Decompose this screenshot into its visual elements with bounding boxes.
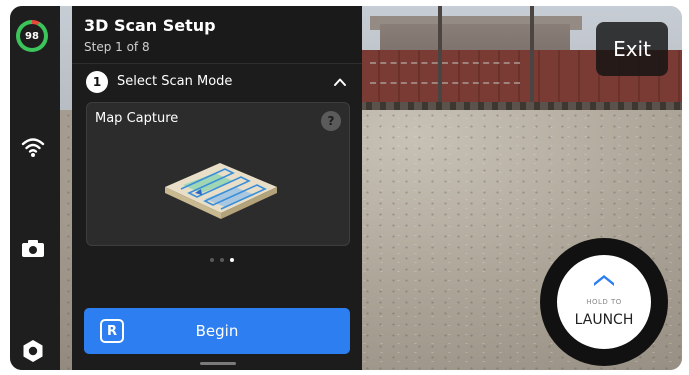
step-select-scan-mode[interactable]: 1 Select Scan Mode [72,64,362,100]
exit-button[interactable]: Exit [596,22,668,76]
drag-handle[interactable] [200,362,236,365]
wifi-icon[interactable] [20,134,46,160]
hold-to-hint: HOLD TO [586,298,622,306]
graffiti [370,62,520,84]
begin-label: Begin [195,322,239,340]
scan-setup-panel: 3D Scan Setup Step 1 of 8 1 Select Scan … [72,6,362,370]
pole [530,6,534,110]
app-frame: 98 3D Scan Setup Step 1 of 8 1 Select Sc… [10,6,682,370]
chevron-up-icon[interactable] [332,74,348,90]
left-sidebar: 98 [10,6,60,370]
launch-chevron-icon [594,275,614,286]
launch-button[interactable]: HOLD TO LAUNCH [540,238,668,366]
settings-icon[interactable] [20,338,46,364]
help-icon[interactable]: ? [321,111,341,131]
carousel-pagination [210,258,240,266]
exit-label: Exit [613,37,651,61]
battery-percent: 98 [20,24,44,48]
begin-shortcut-key: R [100,319,124,343]
map-capture-illustration [165,163,277,219]
scan-mode-card[interactable]: Map Capture ? [86,102,350,246]
panel-title: 3D Scan Setup [84,16,216,35]
camera-icon[interactable] [20,235,46,261]
page-dot[interactable] [220,258,224,262]
pole [438,6,442,110]
launch-label: LAUNCH [574,312,634,328]
launch-button-face[interactable]: HOLD TO LAUNCH [557,255,651,349]
page-dot[interactable] [210,258,214,262]
step-label: Select Scan Mode [117,74,233,89]
scan-mode-title: Map Capture [95,111,179,126]
battery-indicator: 98 [16,20,48,52]
step-number-badge: 1 [86,71,108,93]
panel-header: 3D Scan Setup Step 1 of 8 [72,6,362,64]
page-dot-active[interactable] [230,258,234,262]
step-indicator: Step 1 of 8 [84,40,150,54]
begin-button[interactable]: R Begin [84,308,350,354]
